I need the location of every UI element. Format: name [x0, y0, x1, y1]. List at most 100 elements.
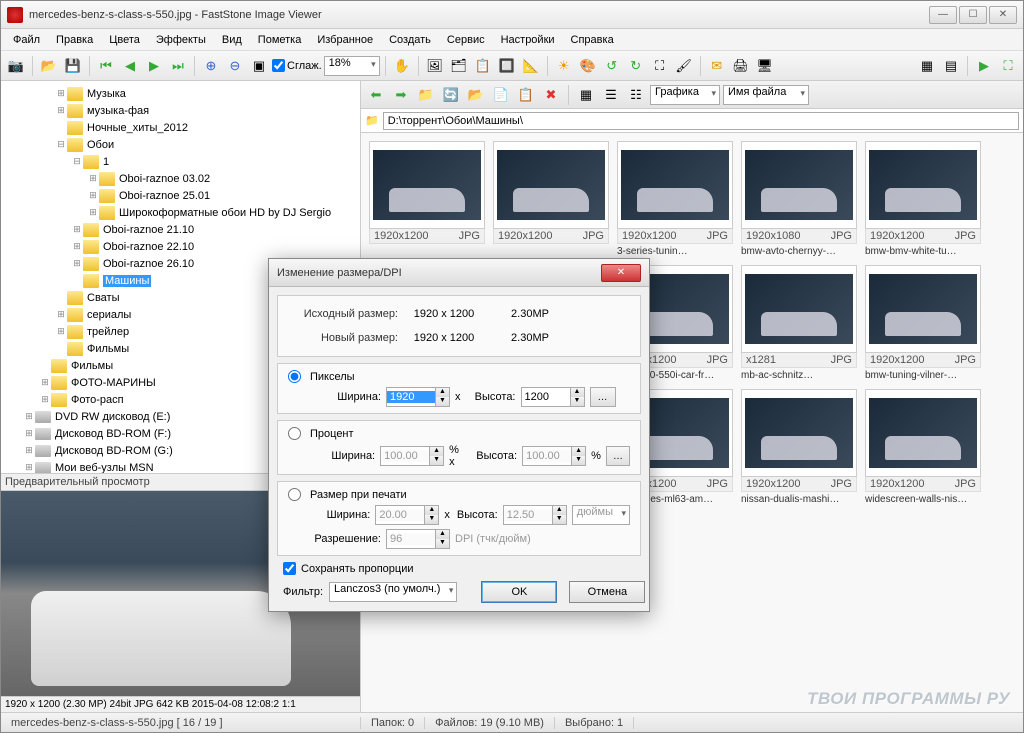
- close-button[interactable]: ✕: [989, 6, 1017, 24]
- filter-combo[interactable]: Lanczos3 (по умолч.): [329, 582, 457, 602]
- tree-item[interactable]: ⊟Обои: [3, 136, 358, 153]
- tree-item[interactable]: Ночные_хиты_2012: [3, 119, 358, 136]
- tree-item[interactable]: ⊞музыка-фая: [3, 102, 358, 119]
- nav-first-icon[interactable]: ⏮: [95, 55, 117, 77]
- pct-width-input[interactable]: [381, 450, 429, 462]
- cancel-button[interactable]: Отмена: [569, 581, 645, 603]
- view-1-icon[interactable]: ▦: [916, 55, 938, 77]
- new-folder-icon[interactable]: 📂: [465, 84, 487, 106]
- listview-icon[interactable]: ☰: [600, 84, 622, 106]
- zoom-combo[interactable]: 18%: [324, 56, 380, 76]
- nav-last-icon[interactable]: ⏭: [167, 55, 189, 77]
- filter-combo[interactable]: Графика: [650, 85, 720, 105]
- rotate-right-icon[interactable]: ↻: [625, 55, 647, 77]
- rotate-left-icon[interactable]: ↺: [601, 55, 623, 77]
- smooth-checkbox[interactable]: [272, 59, 285, 72]
- minimize-button[interactable]: —: [929, 6, 957, 24]
- detailview-icon[interactable]: ☷: [625, 84, 647, 106]
- print-height-input[interactable]: [504, 509, 552, 521]
- thumbnail[interactable]: 1920x1200JPG: [369, 141, 485, 257]
- thumbnail[interactable]: 1920x1200JPGnissan-dualis-mashi…: [741, 389, 857, 505]
- dpi-input[interactable]: [387, 533, 435, 545]
- tree-item[interactable]: ⊟1: [3, 153, 358, 170]
- copy-icon[interactable]: 📄: [490, 84, 512, 106]
- px-height-input[interactable]: [522, 391, 570, 403]
- open-icon[interactable]: 📂: [38, 55, 60, 77]
- tree-item[interactable]: ⊞Oboi-raznoe 25.01: [3, 187, 358, 204]
- zoom-in-icon[interactable]: ⊕: [200, 55, 222, 77]
- maximize-button[interactable]: ☐: [959, 6, 987, 24]
- print-radio[interactable]: [288, 488, 301, 501]
- dialog-titlebar[interactable]: Изменение размера/DPI ✕: [269, 259, 649, 287]
- thumbnail[interactable]: 1920x1200JPGwidescreen-walls-nis…: [865, 389, 981, 505]
- nav-next-icon[interactable]: ▶: [143, 55, 165, 77]
- zoom-out-icon[interactable]: ⊖: [224, 55, 246, 77]
- save-icon[interactable]: 💾: [62, 55, 84, 77]
- menu-Пометка[interactable]: Пометка: [250, 32, 310, 48]
- thumbnail[interactable]: 1920x1080JPGbmw-avto-chernyy-…: [741, 141, 857, 257]
- tree-item[interactable]: ⊞Oboi-raznoe 22.10: [3, 238, 358, 255]
- print-icon[interactable]: 🖨: [730, 55, 752, 77]
- canvas-icon[interactable]: 🖌: [673, 55, 695, 77]
- px-height-spinner[interactable]: ▲▼: [521, 387, 585, 407]
- px-width-spinner[interactable]: ▲▼: [386, 387, 450, 407]
- tool-4-icon[interactable]: 🔲: [496, 55, 518, 77]
- print-width-input[interactable]: [376, 509, 424, 521]
- ok-button[interactable]: OK: [481, 581, 557, 603]
- pixels-radio[interactable]: [288, 370, 301, 383]
- menu-Справка[interactable]: Справка: [563, 32, 622, 48]
- mail-icon[interactable]: ✉: [706, 55, 728, 77]
- menu-Избранное[interactable]: Избранное: [309, 32, 381, 48]
- tree-item[interactable]: ⊞Oboi-raznoe 21.10: [3, 221, 358, 238]
- tree-item[interactable]: ⊞Oboi-raznoe 03.02: [3, 170, 358, 187]
- tree-item[interactable]: ⊞Музыка: [3, 85, 358, 102]
- thumbview-icon[interactable]: ▦: [575, 84, 597, 106]
- refresh-icon[interactable]: 🔄: [440, 84, 462, 106]
- resize-icon[interactable]: ⛶: [649, 55, 671, 77]
- menu-Вид[interactable]: Вид: [214, 32, 250, 48]
- nav-prev-icon[interactable]: ◀: [119, 55, 141, 77]
- delete-icon[interactable]: ✖: [540, 84, 562, 106]
- thumbnail[interactable]: 1920x1200JPG3-series-tunin…: [617, 141, 733, 257]
- px-width-input[interactable]: [387, 391, 435, 403]
- fullscreen-icon[interactable]: ⛶: [997, 55, 1019, 77]
- pct-width-spinner[interactable]: ▲▼: [380, 446, 444, 466]
- thumbnail[interactable]: 1920x1200JPGbmw-tuning-vilner-…: [865, 265, 981, 381]
- print-unit-combo[interactable]: дюймы: [572, 505, 630, 525]
- print-width-spinner[interactable]: ▲▼: [375, 505, 439, 525]
- tool-5-icon[interactable]: 📐: [520, 55, 542, 77]
- menu-Создать[interactable]: Создать: [381, 32, 439, 48]
- menu-Настройки[interactable]: Настройки: [493, 32, 563, 48]
- path-input[interactable]: [383, 112, 1019, 130]
- color-icon[interactable]: 🎨: [577, 55, 599, 77]
- thumbnail[interactable]: 1920x1200JPG: [493, 141, 609, 257]
- menu-Правка[interactable]: Правка: [48, 32, 101, 48]
- pct-height-input[interactable]: [523, 450, 571, 462]
- menu-Файл[interactable]: Файл: [5, 32, 48, 48]
- arrow-right-icon[interactable]: ➡: [390, 84, 412, 106]
- folder-up-icon[interactable]: 📁: [415, 84, 437, 106]
- thumbnail[interactable]: 1920x1200JPGbmw-bmv-white-tu…: [865, 141, 981, 257]
- move-icon[interactable]: 📋: [515, 84, 537, 106]
- brightness-icon[interactable]: ☀: [553, 55, 575, 77]
- tool-1-icon[interactable]: 🖼: [424, 55, 446, 77]
- slideshow-icon[interactable]: ▶: [973, 55, 995, 77]
- menu-Цвета[interactable]: Цвета: [101, 32, 148, 48]
- tool-2-icon[interactable]: 🗂: [448, 55, 470, 77]
- percent-radio[interactable]: [288, 427, 301, 440]
- tool-3-icon[interactable]: 📋: [472, 55, 494, 77]
- print-height-spinner[interactable]: ▲▼: [503, 505, 567, 525]
- keep-aspect-checkbox[interactable]: [283, 562, 296, 575]
- dialog-close-button[interactable]: ✕: [601, 264, 641, 282]
- sort-combo[interactable]: Имя файла: [723, 85, 809, 105]
- pct-preset-button[interactable]: …: [606, 446, 630, 466]
- menu-Эффекты[interactable]: Эффекты: [148, 32, 214, 48]
- pct-height-spinner[interactable]: ▲▼: [522, 446, 586, 466]
- tree-item[interactable]: ⊞Широкоформатные обои HD by DJ Sergio: [3, 204, 358, 221]
- thumbnail[interactable]: x1281JPGmb-ac-schnitz…: [741, 265, 857, 381]
- view-2-icon[interactable]: ▤: [940, 55, 962, 77]
- zoom-fit-icon[interactable]: ▣: [248, 55, 270, 77]
- wallpaper-icon[interactable]: 🖥: [754, 55, 776, 77]
- px-preset-button[interactable]: …: [590, 387, 616, 407]
- menu-Сервис[interactable]: Сервис: [439, 32, 493, 48]
